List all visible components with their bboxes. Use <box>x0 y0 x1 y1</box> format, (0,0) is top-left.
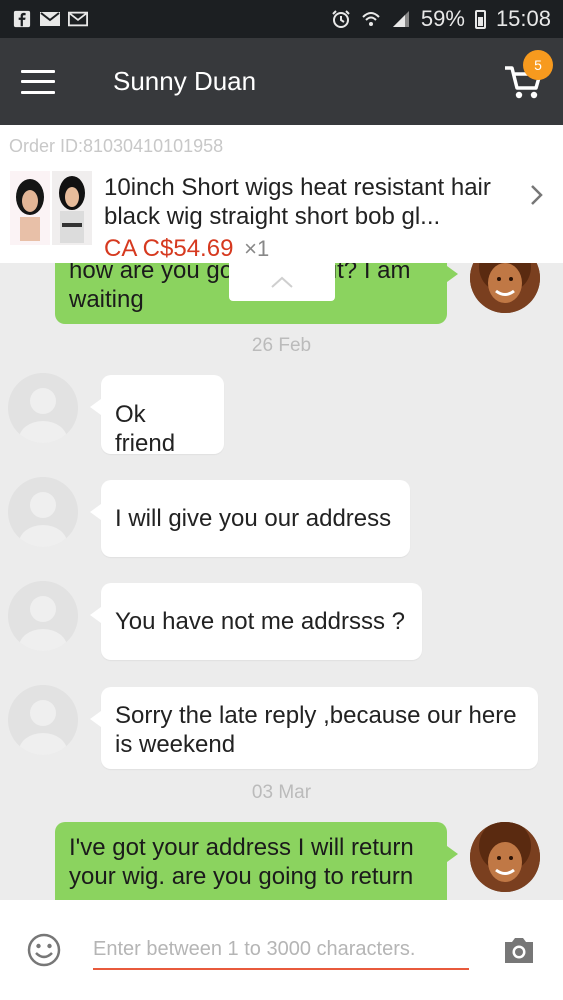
contact-avatar[interactable] <box>8 581 78 651</box>
status-bar: 59% 15:08 <box>0 0 563 38</box>
message-text: You have not me addrsss ? <box>115 608 405 635</box>
battery-percentage: 59% <box>420 6 465 31</box>
battery-icon <box>474 9 486 29</box>
message-text: I've got your address I will return your… <box>69 834 414 890</box>
alarm-icon <box>332 10 350 28</box>
user-avatar[interactable] <box>470 822 540 892</box>
order-id: Order ID:81030410101958 <box>9 136 224 156</box>
notification-icons <box>12 10 88 28</box>
camera-icon[interactable] <box>502 934 536 966</box>
contact-avatar[interactable] <box>8 477 78 547</box>
chevron-right-icon[interactable] <box>529 183 545 207</box>
menu-icon[interactable] <box>21 69 55 94</box>
date-separator: 03 Mar <box>251 782 312 803</box>
system-indicators: 59% 15:08 <box>331 6 551 32</box>
signal-icon <box>392 11 409 27</box>
wifi-icon <box>362 12 380 26</box>
message-bubble-outgoing: I've got your address I will return your… <box>55 822 458 900</box>
order-summary-card[interactable]: Order ID:81030410101958 10inch Short wig… <box>0 125 563 263</box>
contact-avatar[interactable] <box>8 685 78 755</box>
message-bubble-incoming: Sorry the late reply ,because our here i… <box>90 687 538 769</box>
contact-avatar[interactable] <box>8 373 78 443</box>
cart-count-badge: 5 <box>523 50 553 80</box>
mail-icon <box>40 12 60 26</box>
message-bubble-incoming: Ok friend <box>90 375 224 457</box>
product-price: CA C$54.69 <box>104 235 234 262</box>
message-text: I will give you our address <box>115 505 392 532</box>
message-input[interactable] <box>93 930 469 970</box>
facebook-icon <box>13 10 31 28</box>
product-name[interactable]: 10inch Short wigs heat resistant hair bl… <box>104 173 514 231</box>
product-price-row: CA C$54.69 ×1 <box>104 235 269 263</box>
message-text: Sorry the late reply ,because our here i… <box>115 702 517 758</box>
date-separator: 26 Feb <box>251 335 312 356</box>
product-quantity: ×1 <box>244 236 270 261</box>
collapse-order-button[interactable] <box>229 263 335 301</box>
message-bubble-incoming: I will give you our address <box>90 480 410 557</box>
app-bar: Sunny Duan 5 <box>0 38 563 125</box>
gmail-icon <box>68 11 88 27</box>
product-thumbnail[interactable] <box>10 171 92 245</box>
chat-title: Sunny Duan <box>113 66 257 96</box>
message-text: Ok friend <box>115 401 176 457</box>
emoji-icon[interactable] <box>27 933 61 967</box>
chevron-up-icon <box>271 276 293 288</box>
clock-time: 15:08 <box>495 6 551 31</box>
message-bubble-incoming: You have not me addrsss ? <box>90 583 422 660</box>
cart-button[interactable]: 5 <box>503 50 553 102</box>
